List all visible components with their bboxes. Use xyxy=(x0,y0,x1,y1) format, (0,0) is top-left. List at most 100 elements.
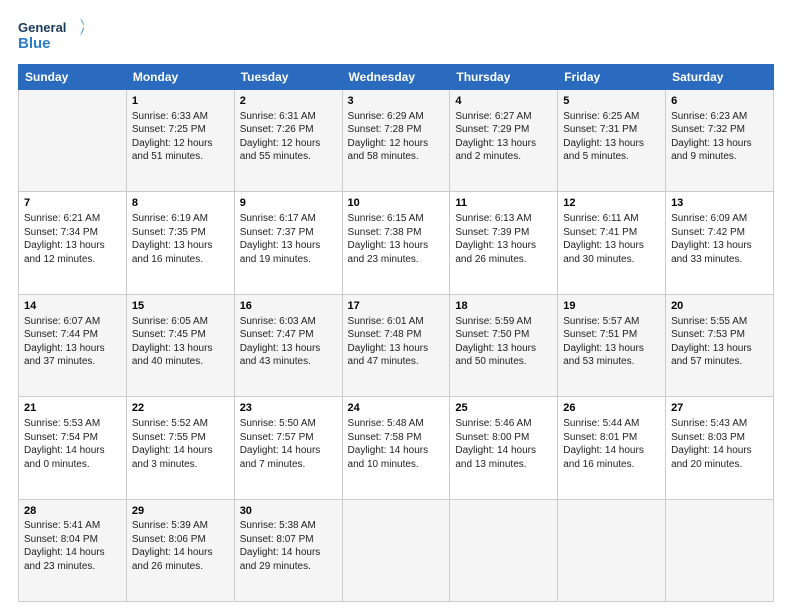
day-info: Sunrise: 5:59 AM Sunset: 7:50 PM Dayligh… xyxy=(455,315,552,369)
weekday-header-monday: Monday xyxy=(126,65,234,90)
day-cell: 7Sunrise: 6:21 AM Sunset: 7:34 PM Daylig… xyxy=(19,192,127,294)
day-cell: 11Sunrise: 6:13 AM Sunset: 7:39 PM Dayli… xyxy=(450,192,558,294)
day-info: Sunrise: 6:29 AM Sunset: 7:28 PM Dayligh… xyxy=(348,110,445,164)
day-info: Sunrise: 6:03 AM Sunset: 7:47 PM Dayligh… xyxy=(240,315,337,369)
day-info: Sunrise: 5:55 AM Sunset: 7:53 PM Dayligh… xyxy=(671,315,768,369)
day-info: Sunrise: 6:05 AM Sunset: 7:45 PM Dayligh… xyxy=(132,315,229,369)
day-cell: 24Sunrise: 5:48 AM Sunset: 7:58 PM Dayli… xyxy=(342,397,450,499)
day-cell: 5Sunrise: 6:25 AM Sunset: 7:31 PM Daylig… xyxy=(558,90,666,192)
day-info: Sunrise: 5:50 AM Sunset: 7:57 PM Dayligh… xyxy=(240,417,337,471)
weekday-header-thursday: Thursday xyxy=(450,65,558,90)
day-cell: 6Sunrise: 6:23 AM Sunset: 7:32 PM Daylig… xyxy=(666,90,774,192)
day-cell: 9Sunrise: 6:17 AM Sunset: 7:37 PM Daylig… xyxy=(234,192,342,294)
day-info: Sunrise: 6:09 AM Sunset: 7:42 PM Dayligh… xyxy=(671,212,768,266)
day-number: 28 xyxy=(24,504,121,519)
day-number: 2 xyxy=(240,94,337,109)
day-number: 20 xyxy=(671,299,768,314)
day-info: Sunrise: 6:27 AM Sunset: 7:29 PM Dayligh… xyxy=(455,110,552,164)
day-info: Sunrise: 6:19 AM Sunset: 7:35 PM Dayligh… xyxy=(132,212,229,266)
day-number: 8 xyxy=(132,196,229,211)
day-cell: 20Sunrise: 5:55 AM Sunset: 7:53 PM Dayli… xyxy=(666,294,774,396)
day-info: Sunrise: 6:33 AM Sunset: 7:25 PM Dayligh… xyxy=(132,110,229,164)
week-row-4: 21Sunrise: 5:53 AM Sunset: 7:54 PM Dayli… xyxy=(19,397,774,499)
day-number: 12 xyxy=(563,196,660,211)
week-row-1: 1Sunrise: 6:33 AM Sunset: 7:25 PM Daylig… xyxy=(19,90,774,192)
day-number: 26 xyxy=(563,401,660,416)
day-info: Sunrise: 5:38 AM Sunset: 8:07 PM Dayligh… xyxy=(240,519,337,573)
day-number: 6 xyxy=(671,94,768,109)
day-info: Sunrise: 5:41 AM Sunset: 8:04 PM Dayligh… xyxy=(24,519,121,573)
day-info: Sunrise: 5:46 AM Sunset: 8:00 PM Dayligh… xyxy=(455,417,552,471)
day-number: 30 xyxy=(240,504,337,519)
week-row-3: 14Sunrise: 6:07 AM Sunset: 7:44 PM Dayli… xyxy=(19,294,774,396)
day-info: Sunrise: 6:13 AM Sunset: 7:39 PM Dayligh… xyxy=(455,212,552,266)
day-info: Sunrise: 6:31 AM Sunset: 7:26 PM Dayligh… xyxy=(240,110,337,164)
day-info: Sunrise: 6:01 AM Sunset: 7:48 PM Dayligh… xyxy=(348,315,445,369)
day-info: Sunrise: 5:53 AM Sunset: 7:54 PM Dayligh… xyxy=(24,417,121,471)
day-cell: 17Sunrise: 6:01 AM Sunset: 7:48 PM Dayli… xyxy=(342,294,450,396)
day-number: 4 xyxy=(455,94,552,109)
day-cell: 22Sunrise: 5:52 AM Sunset: 7:55 PM Dayli… xyxy=(126,397,234,499)
day-number: 1 xyxy=(132,94,229,109)
day-cell: 8Sunrise: 6:19 AM Sunset: 7:35 PM Daylig… xyxy=(126,192,234,294)
day-cell: 25Sunrise: 5:46 AM Sunset: 8:00 PM Dayli… xyxy=(450,397,558,499)
logo-svg: General Blue xyxy=(18,16,88,56)
day-info: Sunrise: 6:07 AM Sunset: 7:44 PM Dayligh… xyxy=(24,315,121,369)
header: General Blue xyxy=(18,16,774,56)
day-number: 10 xyxy=(348,196,445,211)
day-number: 17 xyxy=(348,299,445,314)
day-number: 23 xyxy=(240,401,337,416)
day-info: Sunrise: 5:39 AM Sunset: 8:06 PM Dayligh… xyxy=(132,519,229,573)
weekday-header-friday: Friday xyxy=(558,65,666,90)
day-number: 13 xyxy=(671,196,768,211)
day-info: Sunrise: 6:17 AM Sunset: 7:37 PM Dayligh… xyxy=(240,212,337,266)
day-number: 18 xyxy=(455,299,552,314)
day-cell xyxy=(19,90,127,192)
day-number: 21 xyxy=(24,401,121,416)
day-info: Sunrise: 6:15 AM Sunset: 7:38 PM Dayligh… xyxy=(348,212,445,266)
day-number: 25 xyxy=(455,401,552,416)
calendar-header: SundayMondayTuesdayWednesdayThursdayFrid… xyxy=(19,65,774,90)
weekday-header-tuesday: Tuesday xyxy=(234,65,342,90)
day-cell: 30Sunrise: 5:38 AM Sunset: 8:07 PM Dayli… xyxy=(234,499,342,601)
day-info: Sunrise: 5:52 AM Sunset: 7:55 PM Dayligh… xyxy=(132,417,229,471)
day-cell: 29Sunrise: 5:39 AM Sunset: 8:06 PM Dayli… xyxy=(126,499,234,601)
day-cell: 2Sunrise: 6:31 AM Sunset: 7:26 PM Daylig… xyxy=(234,90,342,192)
day-cell: 28Sunrise: 5:41 AM Sunset: 8:04 PM Dayli… xyxy=(19,499,127,601)
day-number: 16 xyxy=(240,299,337,314)
day-cell: 12Sunrise: 6:11 AM Sunset: 7:41 PM Dayli… xyxy=(558,192,666,294)
day-number: 7 xyxy=(24,196,121,211)
weekday-row: SundayMondayTuesdayWednesdayThursdayFrid… xyxy=(19,65,774,90)
day-number: 29 xyxy=(132,504,229,519)
week-row-2: 7Sunrise: 6:21 AM Sunset: 7:34 PM Daylig… xyxy=(19,192,774,294)
day-cell: 23Sunrise: 5:50 AM Sunset: 7:57 PM Dayli… xyxy=(234,397,342,499)
day-cell xyxy=(450,499,558,601)
day-cell: 21Sunrise: 5:53 AM Sunset: 7:54 PM Dayli… xyxy=(19,397,127,499)
day-info: Sunrise: 5:44 AM Sunset: 8:01 PM Dayligh… xyxy=(563,417,660,471)
week-row-5: 28Sunrise: 5:41 AM Sunset: 8:04 PM Dayli… xyxy=(19,499,774,601)
day-info: Sunrise: 6:25 AM Sunset: 7:31 PM Dayligh… xyxy=(563,110,660,164)
day-info: Sunrise: 5:57 AM Sunset: 7:51 PM Dayligh… xyxy=(563,315,660,369)
calendar-body: 1Sunrise: 6:33 AM Sunset: 7:25 PM Daylig… xyxy=(19,90,774,602)
day-number: 11 xyxy=(455,196,552,211)
day-number: 15 xyxy=(132,299,229,314)
day-cell xyxy=(342,499,450,601)
day-cell: 16Sunrise: 6:03 AM Sunset: 7:47 PM Dayli… xyxy=(234,294,342,396)
weekday-header-saturday: Saturday xyxy=(666,65,774,90)
day-number: 24 xyxy=(348,401,445,416)
day-number: 14 xyxy=(24,299,121,314)
day-cell: 18Sunrise: 5:59 AM Sunset: 7:50 PM Dayli… xyxy=(450,294,558,396)
day-cell: 4Sunrise: 6:27 AM Sunset: 7:29 PM Daylig… xyxy=(450,90,558,192)
day-number: 5 xyxy=(563,94,660,109)
day-info: Sunrise: 6:23 AM Sunset: 7:32 PM Dayligh… xyxy=(671,110,768,164)
day-info: Sunrise: 5:43 AM Sunset: 8:03 PM Dayligh… xyxy=(671,417,768,471)
calendar-table: SundayMondayTuesdayWednesdayThursdayFrid… xyxy=(18,64,774,602)
day-cell: 14Sunrise: 6:07 AM Sunset: 7:44 PM Dayli… xyxy=(19,294,127,396)
day-cell: 19Sunrise: 5:57 AM Sunset: 7:51 PM Dayli… xyxy=(558,294,666,396)
day-info: Sunrise: 5:48 AM Sunset: 7:58 PM Dayligh… xyxy=(348,417,445,471)
day-number: 27 xyxy=(671,401,768,416)
day-cell: 1Sunrise: 6:33 AM Sunset: 7:25 PM Daylig… xyxy=(126,90,234,192)
svg-text:General: General xyxy=(18,20,66,35)
day-cell: 27Sunrise: 5:43 AM Sunset: 8:03 PM Dayli… xyxy=(666,397,774,499)
day-number: 9 xyxy=(240,196,337,211)
